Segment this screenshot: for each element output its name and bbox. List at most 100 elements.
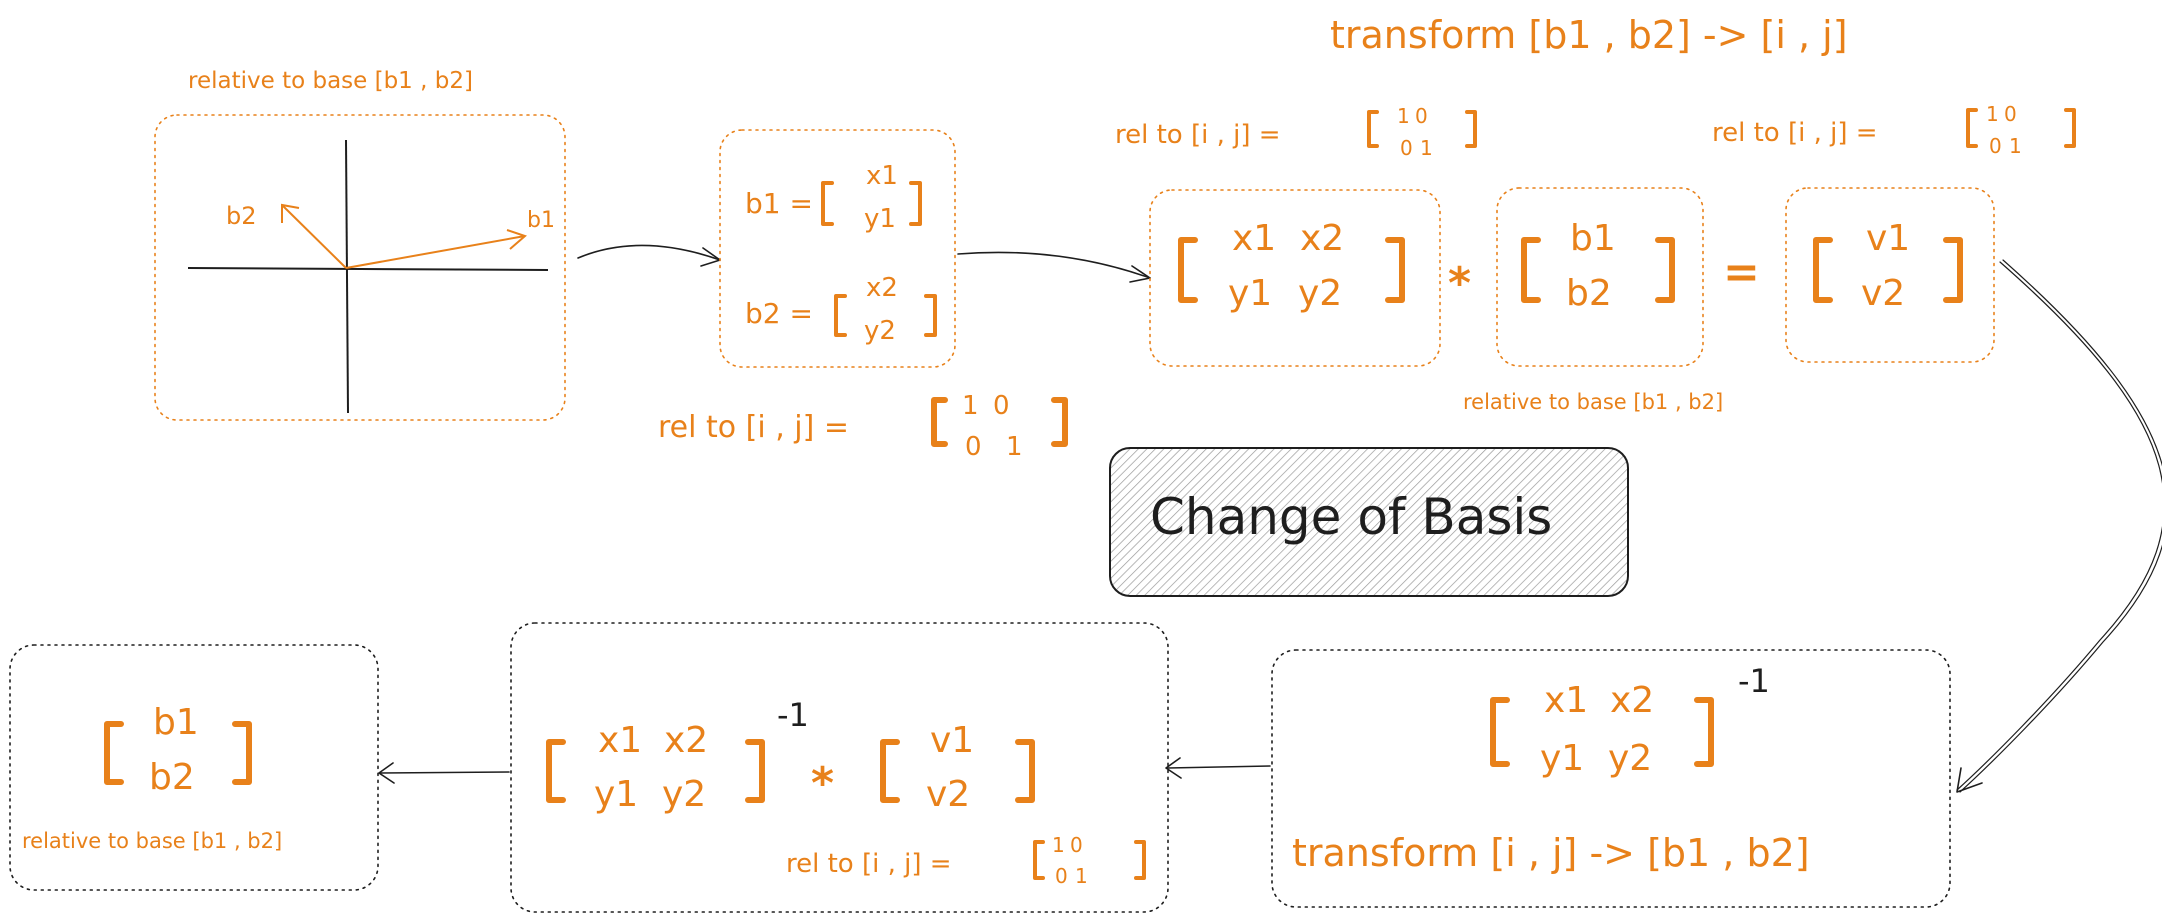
result-panel: b1 b2 relative to base [b1 , b2] bbox=[9, 644, 379, 891]
vectors-identity: rel to [i , j] = 1 0 0 1 bbox=[658, 391, 1068, 462]
equation-identity-left: rel to [i , j] = 1 0 0 1 bbox=[1115, 104, 1477, 160]
eq-id-left-bracket-r bbox=[1465, 110, 1477, 148]
identity-r2c2: 1 bbox=[1006, 432, 1023, 462]
equation-matrix-frame bbox=[1149, 189, 1441, 367]
diagram-canvas: transform [b1 , b2] -> [i , j] relative … bbox=[9, 13, 2162, 913]
arrow-equation-to-inverse bbox=[1956, 261, 2162, 791]
identity-bracket-right bbox=[1051, 397, 1068, 447]
graph-caption: relative to base [b1 , b2] bbox=[188, 68, 473, 94]
equation-rel-label-right: rel to [i , j] = bbox=[1712, 118, 1878, 148]
identity-bracket-left bbox=[931, 397, 948, 447]
eq-matrix-x1: x1 bbox=[1232, 218, 1276, 259]
eq-id-right-r2c2: 1 bbox=[2009, 134, 2022, 158]
equation-v-panel: v1 v2 bbox=[1785, 187, 1995, 363]
solve-y2: y2 bbox=[662, 774, 706, 815]
eq-times: * bbox=[1448, 258, 1471, 309]
b2-name: b2 = bbox=[745, 297, 813, 330]
eq-matrix-bracket-l bbox=[1178, 237, 1198, 303]
identity-r1c1: 1 bbox=[962, 391, 979, 421]
solve-matrix-bracket-l bbox=[546, 739, 566, 803]
graph-panel: relative to base [b1 , b2] b1 b2 bbox=[154, 68, 566, 421]
solve-v-bottom: v2 bbox=[926, 774, 970, 815]
solve-v-bracket-l bbox=[880, 739, 900, 803]
eq-id-right-bracket-l bbox=[1966, 108, 1978, 148]
eq-matrix-y2: y2 bbox=[1298, 273, 1342, 314]
equation-b-panel: b1 b2 bbox=[1496, 187, 1704, 367]
arrow-equation-to-inverse-head bbox=[1956, 767, 1983, 793]
eq-id-left-bracket-l bbox=[1367, 110, 1379, 148]
eq-matrix-bracket-r bbox=[1385, 237, 1405, 303]
eq-b-bracket-l bbox=[1521, 237, 1541, 303]
vector-b2-arrow bbox=[281, 204, 347, 269]
arrow-equation-to-inverse-shadow bbox=[1959, 259, 2162, 793]
result-caption: relative to base [b1 , b2] bbox=[22, 829, 282, 853]
inv-exponent: -1 bbox=[1738, 662, 1770, 700]
arrow-graph-to-vectors bbox=[577, 244, 721, 261]
arrow-vectors-to-equation bbox=[957, 251, 1151, 279]
equation-matrix-panel: x1 x2 y1 y2 bbox=[1149, 189, 1441, 367]
solve-times: * bbox=[811, 758, 834, 809]
eq-id-left-r1c1: 1 bbox=[1397, 104, 1410, 128]
inv-y1: y1 bbox=[1540, 738, 1584, 779]
solve-id-bracket-r bbox=[1134, 840, 1146, 880]
eq-id-left-r2c2: 1 bbox=[1420, 136, 1433, 160]
eq-id-right-r1c2: 0 bbox=[2004, 102, 2017, 126]
vectors-rel-label: rel to [i , j] = bbox=[658, 410, 849, 445]
eq-matrix-y1: y1 bbox=[1228, 273, 1272, 314]
b1-top: x1 bbox=[866, 161, 898, 191]
b1-bottom: y1 bbox=[864, 204, 896, 234]
b1-bracket-left bbox=[821, 181, 834, 226]
result-bottom: b2 bbox=[149, 757, 195, 798]
solve-x2: x2 bbox=[664, 720, 708, 761]
solve-v-top: v1 bbox=[930, 720, 974, 761]
solve-y1: y1 bbox=[594, 774, 638, 815]
eq-v-bracket-l bbox=[1813, 237, 1833, 303]
solve-id-r1c2: 0 bbox=[1070, 833, 1083, 857]
eq-b-bottom: b2 bbox=[1566, 273, 1612, 314]
y-axis bbox=[345, 139, 349, 414]
solve-matrix-bracket-r bbox=[745, 739, 765, 803]
eq-v-bottom: v2 bbox=[1861, 273, 1905, 314]
title-panel: Change of Basis bbox=[1109, 447, 1629, 597]
eq-id-right-r2c1: 0 bbox=[1989, 134, 2002, 158]
b1-bracket-right bbox=[909, 181, 922, 226]
solve-id-r2c1: 0 bbox=[1055, 864, 1068, 888]
eq-id-left-r2c1: 0 bbox=[1400, 136, 1413, 160]
arrow-inverse-to-solve bbox=[1167, 765, 1271, 769]
inv-bracket-l bbox=[1490, 697, 1510, 767]
solve-id-bracket-l bbox=[1033, 840, 1045, 880]
result-bracket-r bbox=[232, 721, 252, 785]
equation-rel-label-left: rel to [i , j] = bbox=[1115, 120, 1281, 150]
solve-panel: x1 x2 y1 y2 -1 * v1 v2 rel to [i , j] = … bbox=[510, 622, 1169, 913]
solve-id-r1c1: 1 bbox=[1052, 833, 1065, 857]
b2-bracket-right bbox=[924, 294, 937, 337]
vector-b1-arrow bbox=[345, 235, 526, 269]
graph-label-b1: b1 bbox=[527, 208, 555, 233]
x-axis bbox=[187, 267, 549, 271]
graph-label-b2: b2 bbox=[226, 202, 257, 230]
title-text: Change of Basis bbox=[1150, 488, 1552, 546]
eq-equals: = bbox=[1723, 247, 1760, 298]
eq-id-left-r1c2: 0 bbox=[1415, 104, 1428, 128]
solve-id-r2c2: 1 bbox=[1075, 864, 1088, 888]
eq-matrix-x2: x2 bbox=[1300, 218, 1344, 259]
eq-id-right-bracket-r bbox=[2064, 108, 2076, 148]
eq-id-right-r1c1: 1 bbox=[1986, 102, 1999, 126]
identity-r2c1: 0 bbox=[965, 432, 982, 462]
eq-v-bracket-r bbox=[1943, 237, 1963, 303]
solve-rel-label: rel to [i , j] = bbox=[786, 849, 952, 879]
inv-y2: y2 bbox=[1608, 738, 1652, 779]
inverse-caption: transform [i , j] -> [b1 , b2] bbox=[1292, 831, 1810, 875]
b2-top: x2 bbox=[866, 273, 898, 303]
inv-bracket-r bbox=[1694, 697, 1714, 767]
eq-b-bracket-r bbox=[1655, 237, 1675, 303]
equation-identity-right: rel to [i , j] = 1 0 0 1 bbox=[1712, 102, 2076, 158]
vectors-panel: b1 = x1 y1 b2 = x2 y2 bbox=[719, 129, 956, 368]
solve-exponent: -1 bbox=[777, 696, 809, 734]
solve-x1: x1 bbox=[598, 720, 642, 761]
inv-x1: x1 bbox=[1544, 680, 1588, 721]
b2-bracket-left bbox=[834, 294, 847, 337]
eq-v-top: v1 bbox=[1866, 218, 1910, 259]
eq-b-top: b1 bbox=[1570, 218, 1616, 259]
arrow-solve-to-result bbox=[379, 771, 510, 774]
